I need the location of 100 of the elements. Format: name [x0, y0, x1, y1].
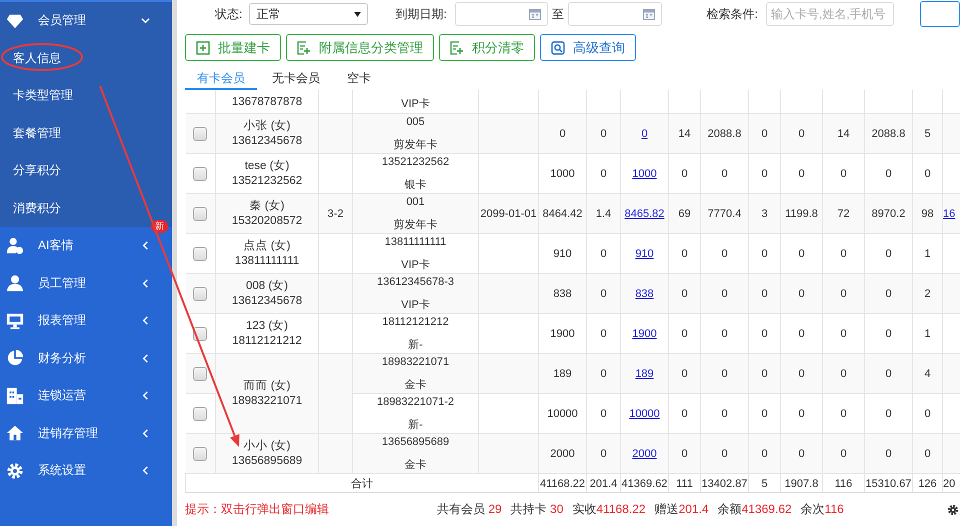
table-cell: 0	[798, 328, 805, 340]
sidebar-group-item[interactable]: 连锁运营	[0, 377, 172, 414]
search-button[interactable]	[920, 1, 960, 27]
chevron-icon	[141, 354, 150, 363]
chevron-icon	[141, 316, 150, 326]
card-type: 剪发年卡	[394, 139, 438, 151]
sidebar-group-item[interactable]: 财务分析	[0, 340, 172, 377]
table-cell: 2	[924, 288, 931, 300]
table-cell: 0	[600, 408, 607, 420]
action-button[interactable]: 积分清零	[439, 34, 535, 61]
plus-square-icon	[196, 40, 210, 54]
table-cell: 0	[885, 408, 892, 420]
card-number: 13811111111	[384, 236, 446, 248]
search-field[interactable]: 输入卡号,姓名,手机号	[766, 2, 894, 26]
sidebar-group-item[interactable]: 会员管理	[0, 2, 172, 40]
table-cell: 5	[924, 128, 931, 140]
sidebar-group-item[interactable]: 进销存管理	[0, 414, 172, 452]
table-cell: 0	[798, 128, 805, 140]
search-icon	[551, 40, 565, 54]
chevron-icon	[141, 278, 150, 288]
row-checkbox[interactable]	[193, 166, 208, 180]
card-number: 18983221071-2	[376, 396, 454, 408]
edit-icon	[450, 40, 464, 54]
balance-link[interactable]: 10000	[629, 408, 660, 420]
table-cell: 0	[600, 168, 607, 180]
member-phone: 13612345678	[230, 134, 304, 148]
sidebar-group-item[interactable]: 报表管理	[0, 302, 172, 340]
building-icon	[6, 386, 24, 405]
sidebar-group-item[interactable]: 员工管理	[0, 264, 172, 302]
tab[interactable]: 空卡	[335, 68, 383, 90]
summary-stat: 共有会员 29	[437, 501, 502, 518]
table-cell: 3	[761, 208, 768, 220]
table-cell: 0	[761, 168, 768, 180]
table-cell: 98	[921, 208, 934, 220]
table-cell: 189	[553, 368, 572, 380]
row-checkbox[interactable]	[193, 446, 208, 460]
total-label: 合计	[351, 478, 373, 490]
balance-link[interactable]: 910	[635, 248, 654, 260]
total-value: 41369.62	[622, 478, 668, 490]
row-checkbox[interactable]	[193, 286, 208, 300]
action-button[interactable]: 附属信息分类管理	[286, 34, 434, 61]
table-cell: 910	[553, 248, 572, 260]
status-select[interactable]: 正常	[249, 3, 368, 25]
tab[interactable]: 有卡会员	[185, 68, 257, 90]
action-button[interactable]: 高级查询	[540, 34, 636, 61]
member-phone: 13811111111	[234, 254, 300, 268]
row-checkbox[interactable]	[193, 206, 208, 220]
table-cell: 0	[761, 448, 768, 460]
table-cell: 1900	[550, 328, 575, 340]
card-number: 13612345678-3	[376, 276, 454, 288]
diamond-icon	[6, 12, 24, 30]
card-number: 001	[406, 196, 425, 208]
table-cell: 0	[721, 168, 728, 180]
card-type: 新-	[408, 339, 423, 351]
table-cell: 0	[721, 288, 728, 300]
balance-link[interactable]: 2000	[632, 448, 657, 460]
tab[interactable]: 无卡会员	[260, 68, 332, 90]
table-cell: 0	[840, 248, 847, 260]
table-cell: 0	[885, 328, 892, 340]
table-cell: 2000	[550, 448, 575, 460]
table-cell: 0	[721, 248, 728, 260]
table-cell: 1	[924, 328, 931, 340]
date-field[interactable]	[454, 2, 548, 26]
balance-link[interactable]: 1900	[632, 328, 657, 340]
card-type: VIP卡	[401, 98, 430, 110]
table-cell: 0	[681, 248, 688, 260]
balance-link[interactable]: 0	[641, 128, 648, 140]
row-checkbox[interactable]	[193, 406, 208, 420]
table-cell: 0	[721, 368, 728, 380]
card-number: 13521232562	[382, 156, 450, 168]
balance-link[interactable]: 189	[635, 368, 654, 380]
total-value: 116	[834, 478, 852, 490]
table-cell: 0	[761, 328, 768, 340]
sidebar-item[interactable]: 客人信息	[0, 40, 67, 77]
table-cell: 1	[924, 248, 931, 260]
table-cell: 1199.8	[785, 208, 818, 220]
sidebar-item[interactable]: 卡类型管理	[0, 77, 79, 114]
table-cell: 0	[840, 168, 847, 180]
chevron-icon	[141, 428, 150, 438]
row-checkbox[interactable]	[193, 246, 208, 260]
sidebar-item[interactable]: 消费积分	[0, 190, 67, 227]
sidebar-item[interactable]: 分享积分	[0, 152, 67, 190]
sidebar-group-item[interactable]: 系统设置	[0, 452, 172, 490]
card-type: 金卡	[404, 379, 426, 391]
summary-stat: 余次116	[800, 501, 844, 518]
table-cell: 0	[600, 368, 607, 380]
table-cell: 0	[681, 328, 688, 340]
settings-icon[interactable]	[947, 504, 959, 516]
date-field[interactable]	[568, 2, 662, 26]
action-button[interactable]: 批量建卡	[185, 34, 281, 61]
balance-link[interactable]: 838	[635, 288, 654, 300]
table-cell: 0	[840, 448, 847, 460]
row-checkbox[interactable]	[193, 366, 208, 380]
member-phone: 13521232562	[230, 174, 304, 188]
row-checkbox[interactable]	[193, 126, 208, 140]
table-cell: 72	[837, 208, 850, 220]
balance-link[interactable]: 1000	[632, 168, 657, 180]
chevron-icon	[141, 391, 150, 400]
table-cell: 0	[798, 248, 805, 260]
sidebar-item[interactable]: 套餐管理	[0, 114, 67, 152]
